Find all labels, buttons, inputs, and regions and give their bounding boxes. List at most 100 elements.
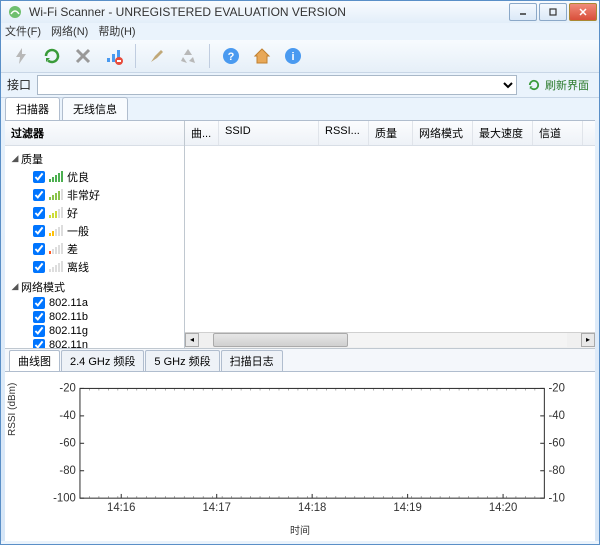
interface-select[interactable] (37, 75, 517, 95)
maximize-button[interactable] (539, 3, 567, 21)
tab-24ghz[interactable]: 2.4 GHz 频段 (61, 350, 144, 371)
menu-help[interactable]: 帮助(H) (98, 23, 135, 39)
filter-item[interactable]: 好 (33, 204, 180, 222)
svg-text:-100: -100 (53, 492, 76, 504)
app-icon (7, 4, 23, 20)
signal-bars-icon (49, 190, 63, 200)
filter-item[interactable]: 离线 (33, 258, 180, 276)
app-window: Wi-Fi Scanner - UNREGISTERED EVALUATION … (0, 0, 600, 545)
filter-item[interactable]: 一般 (33, 222, 180, 240)
filter-checkbox[interactable] (33, 297, 45, 309)
brush-button[interactable] (143, 42, 171, 70)
scroll-left-arrow[interactable]: ◂ (185, 333, 199, 347)
chart-ylabel: RSSI (dBm) (7, 383, 18, 436)
scroll-thumb[interactable] (213, 333, 348, 347)
column-header[interactable]: 最大速度 (473, 121, 533, 145)
column-header[interactable]: RSSI... (319, 121, 369, 145)
filter-item-label: 一般 (67, 223, 89, 239)
help-button[interactable]: ? (217, 42, 245, 70)
column-header[interactable]: 质量 (369, 121, 413, 145)
main-pane: 过滤器 ◢质量优良非常好好一般差离线 ◢网络模式802.11a 802.11b 802… (5, 120, 595, 541)
results-table: 曲...SSIDRSSI...质量网络模式最大速度信道 ◂ ▸ (185, 121, 595, 348)
filter-item-label: 好 (67, 205, 78, 221)
svg-text:-80: -80 (59, 464, 75, 476)
chart-xlabel: 时间 (290, 522, 310, 537)
refresh-button[interactable] (38, 42, 66, 70)
table-body (185, 146, 595, 332)
tab-scanner[interactable]: 扫描器 (5, 97, 60, 120)
filter-pane: 过滤器 ◢质量优良非常好好一般差离线 ◢网络模式802.11a 802.11b 802… (5, 121, 185, 348)
filter-checkbox[interactable] (33, 189, 45, 201)
filter-tree: ◢质量优良非常好好一般差离线 ◢网络模式802.11a 802.11b 802.11g… (5, 146, 184, 348)
svg-text:14:16: 14:16 (107, 501, 135, 513)
filter-checkbox[interactable] (33, 243, 45, 255)
filter-header: 过滤器 (5, 121, 184, 146)
refresh-ui-label: 刷新界面 (545, 77, 589, 93)
table-header: 曲...SSIDRSSI...质量网络模式最大速度信道 (185, 121, 595, 146)
rssi-chart: RSSI (dBm) 时间 -20-20-40-40-60-60-80-80-1… (5, 371, 595, 541)
svg-text:-80: -80 (548, 464, 564, 476)
filter-checkbox[interactable] (33, 311, 45, 323)
filter-checkbox[interactable] (33, 171, 45, 183)
status-bar (1, 541, 599, 544)
svg-text:-60: -60 (548, 437, 564, 449)
filter-checkbox[interactable] (33, 325, 45, 337)
svg-text:-40: -40 (59, 409, 75, 421)
signal-bars-icon (49, 262, 63, 272)
filter-checkbox[interactable] (33, 207, 45, 219)
filter-item-label: 802.11n (49, 339, 88, 348)
filter-item[interactable]: 802.11a (33, 296, 180, 310)
minimize-button[interactable] (509, 3, 537, 21)
filter-item-label: 802.11g (49, 325, 88, 337)
signal-bars-icon (49, 226, 63, 236)
filter-item[interactable]: 差 (33, 240, 180, 258)
svg-text:14:19: 14:19 (393, 501, 421, 513)
column-header[interactable]: 网络模式 (413, 121, 473, 145)
filter-group-0[interactable]: ◢质量 (9, 150, 180, 168)
close-button[interactable] (569, 3, 597, 21)
filter-item-label: 802.11a (49, 297, 88, 309)
interface-label: 接口 (7, 76, 31, 93)
signal-bars-icon (49, 172, 63, 182)
svg-text:-60: -60 (59, 437, 75, 449)
filter-item[interactable]: 802.11g (33, 324, 180, 338)
horizontal-scrollbar[interactable]: ◂ ▸ (185, 332, 595, 348)
filter-group-1[interactable]: ◢网络模式 (9, 278, 180, 296)
filter-checkbox[interactable] (33, 339, 45, 348)
svg-text:14:17: 14:17 (203, 501, 231, 513)
filter-item[interactable]: 802.11n (33, 338, 180, 348)
menu-file[interactable]: 文件(F) (5, 23, 41, 39)
signal-bars-icon (49, 208, 63, 218)
filter-item[interactable]: 802.11b (33, 310, 180, 324)
scroll-right-arrow[interactable]: ▸ (581, 333, 595, 347)
networks-button[interactable] (100, 42, 128, 70)
tab-scanlog[interactable]: 扫描日志 (221, 350, 283, 371)
tab-wireless-info[interactable]: 无线信息 (62, 97, 128, 120)
filter-checkbox[interactable] (33, 261, 45, 273)
chart-svg: -20-20-40-40-60-60-80-80-100-10014:1614:… (49, 380, 565, 517)
tab-curve[interactable]: 曲线图 (9, 350, 60, 371)
menu-network[interactable]: 网络(N) (51, 23, 88, 39)
delete-button[interactable] (69, 42, 97, 70)
tab-5ghz[interactable]: 5 GHz 频段 (145, 350, 219, 371)
recycle-button[interactable] (174, 42, 202, 70)
filter-item-label: 802.11b (49, 311, 88, 323)
bolt-button[interactable] (7, 42, 35, 70)
column-header[interactable]: 曲... (185, 121, 219, 145)
info-button[interactable]: i (279, 42, 307, 70)
filter-item-label: 非常好 (67, 187, 100, 203)
filter-item[interactable]: 非常好 (33, 186, 180, 204)
column-header[interactable]: 信道 (533, 121, 583, 145)
svg-text:-100: -100 (548, 492, 565, 504)
interface-bar: 接口 刷新界面 (1, 73, 599, 98)
column-header[interactable]: SSID (219, 121, 319, 145)
filter-checkbox[interactable] (33, 225, 45, 237)
refresh-ui-button[interactable]: 刷新界面 (523, 75, 593, 95)
svg-text:14:18: 14:18 (298, 501, 326, 513)
window-title: Wi-Fi Scanner - UNREGISTERED EVALUATION … (29, 5, 507, 19)
home-button[interactable] (248, 42, 276, 70)
refresh-icon (527, 78, 541, 92)
filter-item[interactable]: 优良 (33, 168, 180, 186)
filter-item-label: 差 (67, 241, 78, 257)
svg-text:-20: -20 (548, 382, 564, 394)
